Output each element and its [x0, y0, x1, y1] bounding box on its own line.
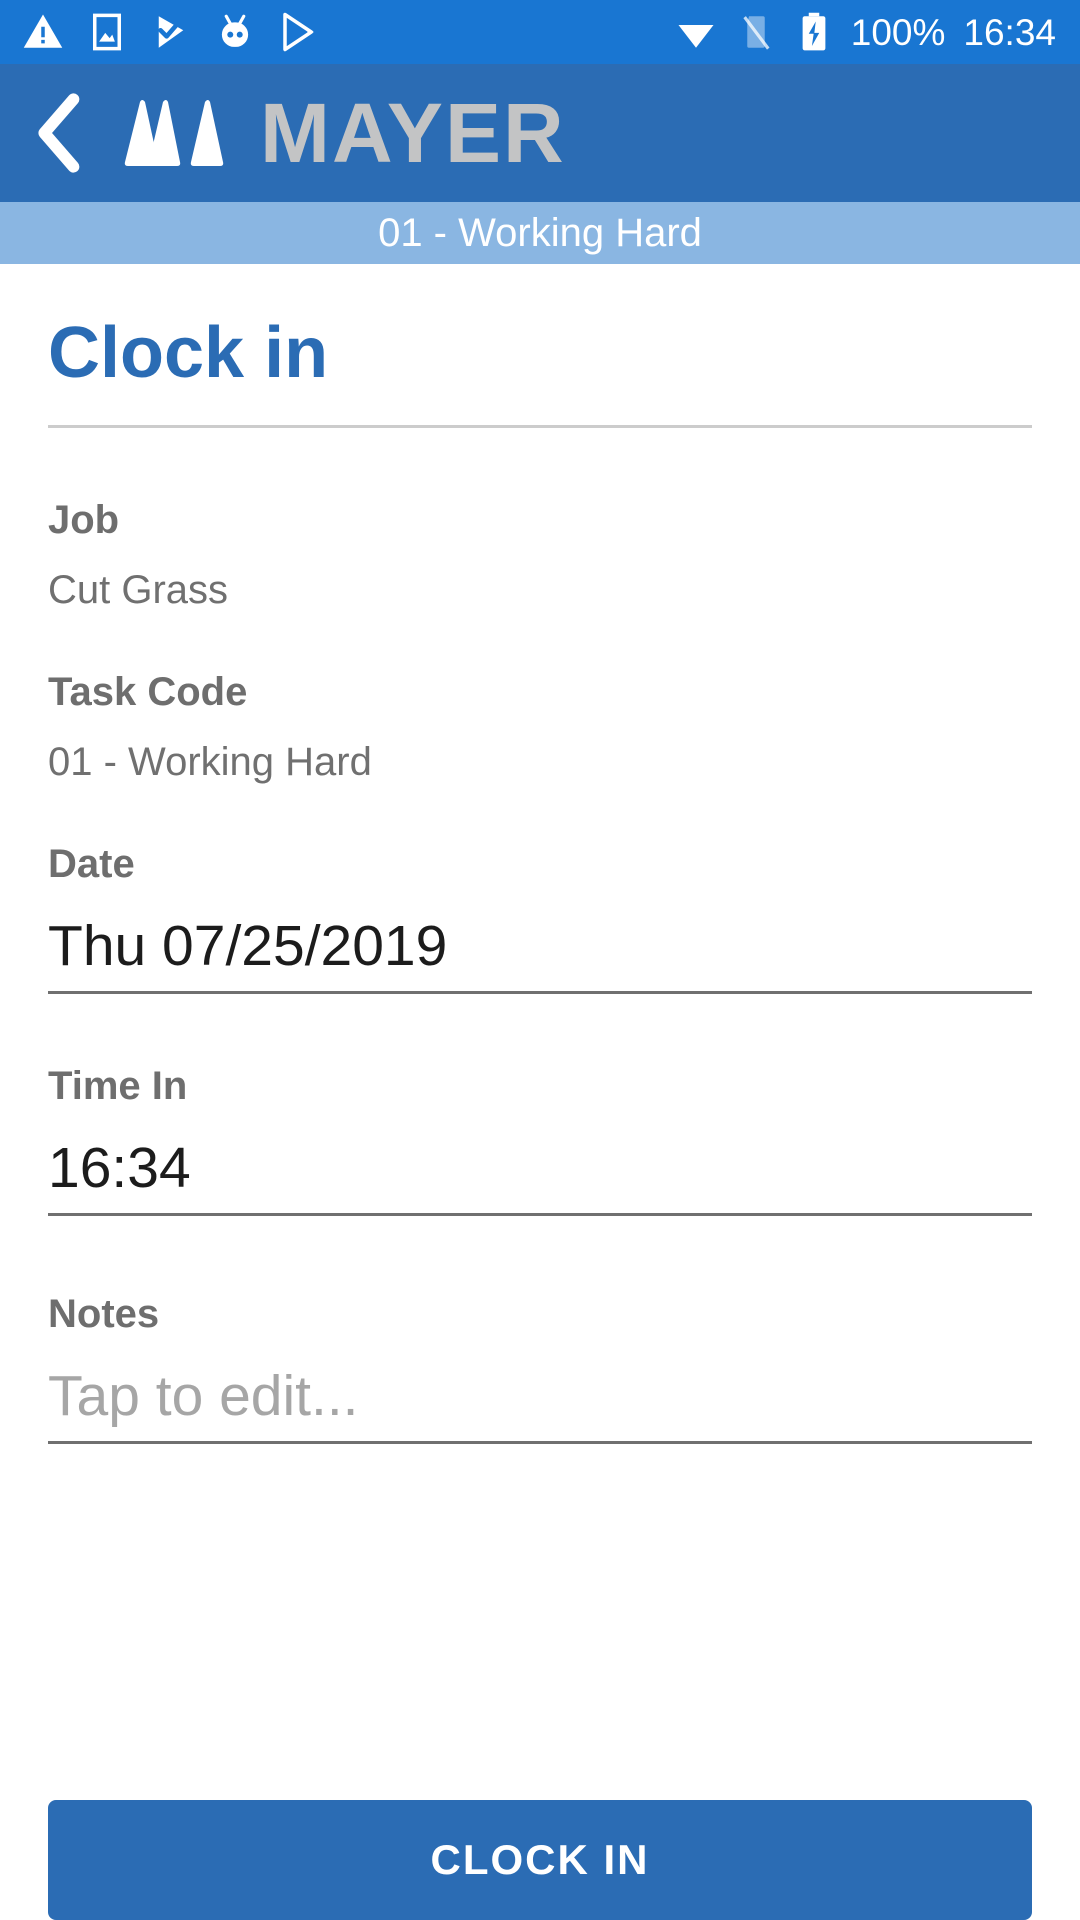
title-divider [48, 424, 1032, 428]
check-play-icon [158, 16, 184, 48]
page-title: Clock in [48, 313, 329, 393]
field-task-code: Task Code 01 - Working Hard [0, 672, 1080, 782]
cyanogenmod-robot-icon [221, 14, 249, 47]
date-input-underline [48, 990, 1032, 994]
form-content: Clock in Job Cut Grass Task Code 01 - Wo… [0, 264, 1080, 1444]
battery-charging-icon [802, 12, 826, 51]
mayer-logo-icon [124, 100, 224, 166]
status-bar-right-icons: 100% 16:34 [675, 11, 1080, 53]
play-store-icon [283, 12, 314, 52]
time-in-input-underline [48, 1212, 1032, 1216]
no-sim-card-icon [743, 16, 770, 50]
clock-in-button[interactable]: CLOCK IN [48, 1800, 1032, 1920]
field-task-code-label: Task Code [48, 669, 248, 714]
task-context-label: 01 - Working Hard [378, 211, 702, 255]
notes-input[interactable]: Tap to edit... [48, 1367, 1032, 1441]
field-time-in-label: Time In [48, 1063, 188, 1108]
date-input[interactable]: Thu 07/25/2019 [48, 917, 1032, 991]
wifi-icon [678, 25, 714, 48]
battery-percentage-label: 100% [850, 11, 946, 53]
warning-triangle-icon [23, 14, 63, 48]
field-notes: Notes Tap to edit... [0, 1294, 1080, 1444]
task-context-bar: 01 - Working Hard [0, 202, 1080, 264]
chevron-left-icon [38, 93, 80, 173]
status-bar-left-icons [0, 11, 320, 53]
status-bar: 100% 16:34 [0, 0, 1080, 64]
field-job-label: Job [48, 497, 120, 542]
field-date-label: Date [48, 841, 135, 886]
field-time-in: Time In 16:34 [0, 1066, 1080, 1216]
app-bar: MAYER [0, 64, 1080, 202]
field-date: Date Thu 07/25/2019 [0, 844, 1080, 994]
status-bar-clock: 16:34 [963, 11, 1056, 53]
app-screen: 100% 16:34 MAYER 01 - Working Hard Clock… [0, 0, 1080, 1920]
time-in-input[interactable]: 16:34 [48, 1139, 1032, 1213]
field-task-code-value: 01 - Working Hard [48, 739, 372, 784]
field-job-value: Cut Grass [48, 567, 229, 612]
screenshot-image-icon [93, 13, 121, 51]
notes-input-underline [48, 1440, 1032, 1444]
field-notes-label: Notes [48, 1291, 160, 1336]
field-job: Job Cut Grass [0, 500, 1080, 610]
brand-logo: MAYER [120, 91, 566, 175]
brand-name-label: MAYER [260, 86, 566, 180]
back-button[interactable] [0, 64, 120, 202]
